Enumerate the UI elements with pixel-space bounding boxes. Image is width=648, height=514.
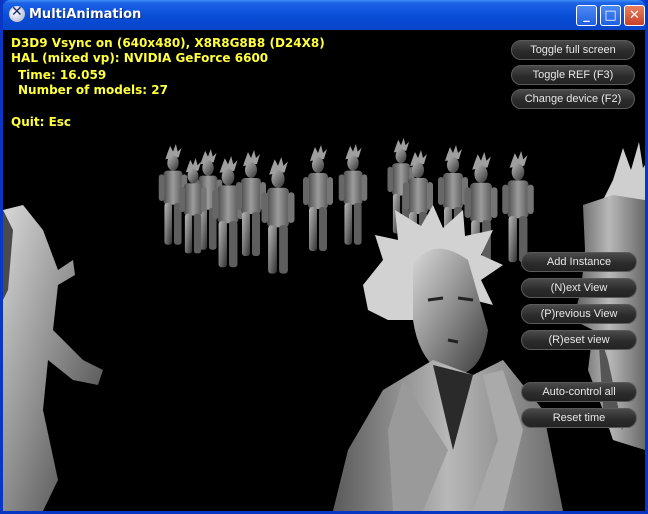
reset-view-button[interactable]: (R)eset view (521, 330, 637, 350)
application-window: MultiAnimation _ □ ✕ (0, 0, 648, 514)
render-viewport[interactable]: D3D9 Vsync on (640x480), X8R8G8B8 (D24X8… (3, 30, 645, 511)
foreground-character (333, 205, 563, 511)
add-instance-button[interactable]: Add Instance (521, 252, 637, 272)
quit-hint-text: Quit: Esc (11, 115, 72, 129)
previous-view-button[interactable]: (P)revious View (521, 304, 637, 324)
change-device-button[interactable]: Change device (F2) (511, 89, 635, 109)
maximize-button[interactable]: □ (600, 5, 621, 26)
close-button[interactable]: ✕ (624, 5, 645, 26)
window-title: MultiAnimation (29, 7, 142, 22)
adapter-info-text: HAL (mixed vp): NVIDIA GeForce 6600 (11, 51, 269, 65)
minimize-button[interactable]: _ (576, 5, 597, 26)
auto-control-all-button[interactable]: Auto-control all (521, 382, 637, 402)
directx-icon[interactable] (9, 4, 25, 22)
device-info-text: D3D9 Vsync on (640x480), X8R8G8B8 (D24X8… (11, 36, 325, 50)
toggle-ref-button[interactable]: Toggle REF (F3) (511, 65, 635, 85)
time-text: Time: 16.059 (18, 68, 107, 82)
toggle-fullscreen-button[interactable]: Toggle full screen (511, 40, 635, 60)
next-view-button[interactable]: (N)ext View (521, 278, 637, 298)
minimize-icon: _ (583, 8, 590, 23)
model-count-text: Number of models: 27 (18, 83, 168, 97)
reset-time-button[interactable]: Reset time (521, 408, 637, 428)
left-figure (3, 205, 103, 511)
title-bar[interactable]: MultiAnimation _ □ ✕ (3, 0, 645, 30)
maximize-icon: □ (604, 8, 617, 23)
close-icon: ✕ (629, 8, 640, 23)
